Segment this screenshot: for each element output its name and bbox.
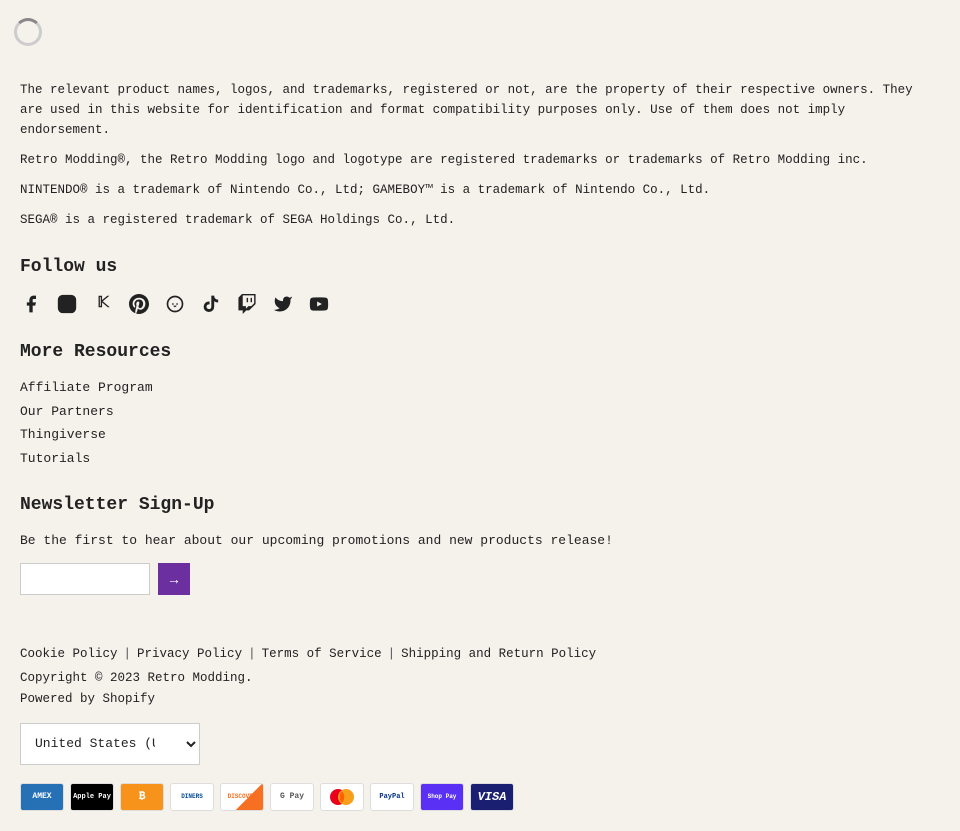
- newsletter-form: [20, 563, 940, 595]
- facebook-icon[interactable]: [20, 293, 42, 315]
- thingiverse-link[interactable]: Thingiverse: [20, 427, 106, 442]
- separator-3: |: [388, 645, 396, 664]
- paypal-icon: PayPal: [370, 783, 414, 811]
- newsletter-description: Be the first to hear about our upcoming …: [20, 531, 940, 551]
- our-partners-link[interactable]: Our Partners: [20, 404, 114, 419]
- loading-spinner: [14, 18, 42, 46]
- tiktok-icon[interactable]: [200, 293, 222, 315]
- separator-1: |: [124, 645, 132, 664]
- footer-content: The relevant product names, logos, and t…: [0, 0, 960, 645]
- more-resources-list: Affiliate Program Our Partners Thingiver…: [20, 378, 940, 468]
- country-selector[interactable]: United States (USD $) Canada (CAD $) Uni…: [20, 723, 200, 765]
- more-resources-title: More Resources: [20, 339, 940, 366]
- bitcoin-icon: ₿: [120, 783, 164, 811]
- legal-text-4: SEGA® is a registered trademark of SEGA …: [20, 210, 940, 230]
- amex-icon: AMEX: [20, 783, 64, 811]
- follow-us-title: Follow us: [20, 254, 940, 281]
- cookie-policy-link[interactable]: Cookie Policy: [20, 645, 118, 664]
- twitter-icon[interactable]: [272, 293, 294, 315]
- kickstarter-icon[interactable]: 𝕂: [92, 293, 114, 315]
- newsletter-submit-button[interactable]: [158, 563, 190, 595]
- footer-links: Cookie Policy | Privacy Policy | Terms o…: [20, 645, 940, 664]
- footer-bottom: Cookie Policy | Privacy Policy | Terms o…: [0, 645, 960, 831]
- visa-icon: VISA: [470, 783, 514, 811]
- list-item[interactable]: Thingiverse: [20, 425, 940, 445]
- newsletter-title: Newsletter Sign-Up: [20, 492, 940, 519]
- copyright-text: Copyright © 2023 Retro Modding.: [20, 669, 940, 688]
- tutorials-link[interactable]: Tutorials: [20, 451, 90, 466]
- instagram-icon[interactable]: [56, 293, 78, 315]
- legal-text-2: Retro Modding®, the Retro Modding logo a…: [20, 150, 940, 170]
- country-selector-wrap: United States (USD $) Canada (CAD $) Uni…: [20, 723, 940, 765]
- twitch-icon[interactable]: [236, 293, 258, 315]
- list-item[interactable]: Affiliate Program: [20, 378, 940, 398]
- discover-icon: DISCOVER: [220, 783, 264, 811]
- list-item[interactable]: Our Partners: [20, 402, 940, 422]
- list-item[interactable]: Tutorials: [20, 449, 940, 469]
- reddit-icon[interactable]: [164, 293, 186, 315]
- legal-text-1: The relevant product names, logos, and t…: [20, 80, 940, 140]
- diners-icon: DINERS: [170, 783, 214, 811]
- social-icons: 𝕂: [20, 293, 940, 315]
- youtube-icon[interactable]: [308, 293, 330, 315]
- separator-2: |: [248, 645, 256, 664]
- shopify-link[interactable]: Powered by Shopify: [20, 692, 155, 706]
- newsletter-email-input[interactable]: [20, 563, 150, 595]
- apple-pay-icon: Apple Pay: [70, 783, 114, 811]
- shipping-return-policy-link[interactable]: Shipping and Return Policy: [401, 645, 596, 664]
- legal-text-3: NINTENDO® is a trademark of Nintendo Co.…: [20, 180, 940, 200]
- affiliate-program-link[interactable]: Affiliate Program: [20, 380, 153, 395]
- payment-icons: AMEX Apple Pay ₿ DINERS DISCOVER G Pay P…: [20, 783, 940, 811]
- pinterest-icon[interactable]: [128, 293, 150, 315]
- powered-by-text: Powered by Shopify: [20, 690, 940, 709]
- shop-pay-icon: Shop Pay: [420, 783, 464, 811]
- terms-of-service-link[interactable]: Terms of Service: [262, 645, 382, 664]
- mastercard-icon: [320, 783, 364, 811]
- google-pay-icon: G Pay: [270, 783, 314, 811]
- privacy-policy-link[interactable]: Privacy Policy: [137, 645, 242, 664]
